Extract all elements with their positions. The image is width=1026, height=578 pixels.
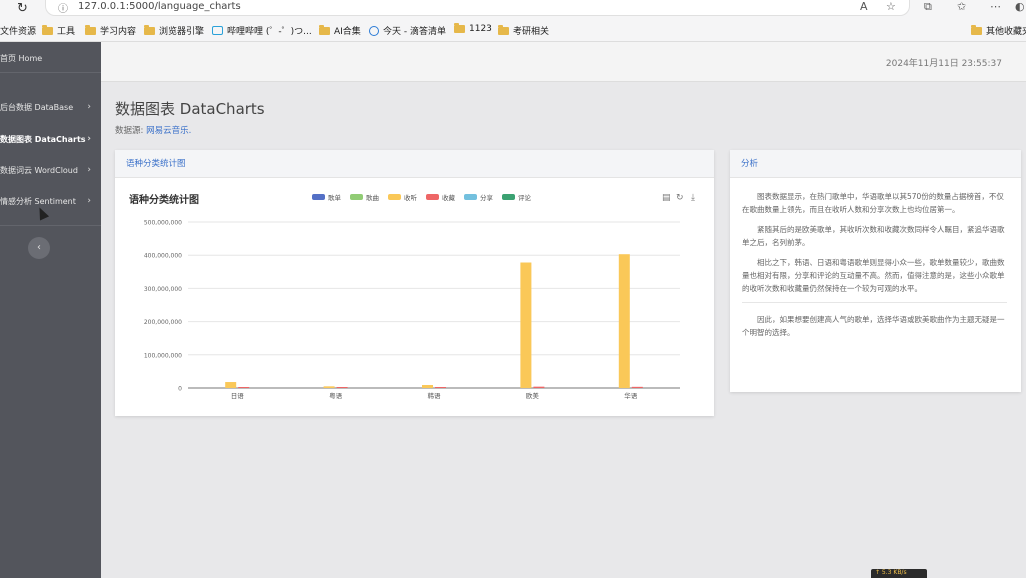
bar-收藏	[631, 386, 643, 388]
source-link[interactable]: 网易云音乐.	[146, 126, 191, 136]
chevron-right-icon: ›	[87, 102, 91, 112]
analysis-panel: 分析 图表数据显示，在热门歌单中，华语歌单以其570份的数量占据榜首，不仅在歌曲…	[730, 150, 1021, 392]
x-tick-label: 韩语	[428, 391, 442, 400]
analysis-paragraph: 因此，如果想要创建高人气的歌单，选择华语或欧美歌曲作为主题无疑是一个明智的选择。	[742, 315, 1005, 337]
browser-address-bar: ↻ ⓘ 127.0.0.1:5000/language_charts A ☆ ⧉…	[0, 0, 1026, 18]
y-tick-label: 400,000,000	[144, 253, 182, 260]
favorites-icon[interactable]: ✩	[957, 0, 966, 13]
y-tick-label: 100,000,000	[144, 352, 182, 359]
bookmark-folder[interactable]: 考研相关	[498, 24, 549, 37]
bookmark-folder[interactable]: AI合集	[319, 24, 361, 37]
bilibili-icon	[212, 26, 223, 35]
x-tick-label: 粤语	[329, 391, 343, 400]
sidebar-item-datacharts[interactable]: 数据图表 DataCharts ›	[0, 129, 101, 149]
analysis-panel-header: 分析	[730, 150, 1021, 178]
folder-icon	[971, 24, 982, 35]
bar-收听	[422, 385, 433, 388]
sidebar-item-home[interactable]: 首页 Home	[0, 48, 101, 68]
bookmark-folder[interactable]: 学习内容	[85, 24, 136, 37]
bar-chart: 0 100,000,000 200,000,000 300,000,000 400,00…	[144, 220, 680, 400]
header-timestamp: 2024年11月11日 23:55:37	[885, 59, 1002, 69]
folder-icon	[85, 24, 96, 35]
page-title: 数据图表 DataCharts	[115, 100, 265, 118]
y-tick-label: 200,000,000	[144, 319, 182, 326]
bookmark-item[interactable]: 文件资源	[0, 24, 36, 37]
url-field[interactable]: ⓘ 127.0.0.1:5000/language_charts	[45, 0, 910, 16]
bookmark-ticktick[interactable]: 今天 - 滴答清单	[369, 24, 446, 37]
analysis-paragraph: 图表数据显示，在热门歌单中，华语歌单以其570份的数量占据榜首，不仅在歌曲数量上…	[742, 192, 1004, 214]
chart-panel: 语种分类统计图 语种分类统计图 歌单 歌曲 收听 收藏 分享 评论 ▤ ↻ ⤓ 0 100,…	[115, 150, 714, 416]
x-tick-label: 欧美	[526, 391, 540, 400]
bar-收藏	[435, 387, 446, 388]
favorite-star-icon[interactable]: ☆	[886, 0, 896, 13]
bookmark-folder[interactable]: 工具	[42, 24, 75, 37]
bar-收听	[520, 262, 532, 388]
bookmark-bilibili[interactable]: 哔哩哔哩 (゜-゜)つ...	[212, 24, 312, 37]
folder-icon	[454, 23, 465, 33]
chevron-left-icon: ‹	[37, 242, 41, 253]
bookmark-other-folder[interactable]: 其他收藏夹	[971, 24, 1026, 37]
x-tick-label: 华语	[624, 391, 638, 400]
folder-icon	[498, 24, 509, 35]
extensions-icon[interactable]: ⧉	[924, 0, 932, 14]
sidebar-item-sentiment[interactable]: 情感分析 Sentiment ›	[0, 191, 101, 211]
info-icon[interactable]: ⓘ	[58, 0, 68, 15]
read-aloud-icon[interactable]: A	[860, 0, 868, 13]
bookmark-folder[interactable]: 浏览器引擎	[144, 24, 204, 37]
analysis-text: 图表数据显示，在热门歌单中，华语歌单以其570份的数量占据榜首，不仅在歌曲数量上…	[730, 178, 1021, 339]
folder-icon	[42, 24, 53, 35]
bar-收藏	[336, 387, 348, 388]
sidebar-divider	[0, 72, 101, 73]
chevron-right-icon: ›	[87, 196, 91, 206]
sidebar-divider	[0, 225, 101, 226]
bookmark-folder[interactable]: 1123	[454, 23, 492, 34]
bar-收藏	[533, 386, 545, 388]
sidebar-item-database[interactable]: 后台数据 DataBase ›	[0, 97, 101, 117]
x-tick-label: 日语	[231, 391, 245, 400]
more-icon[interactable]: ⋯	[990, 0, 1001, 13]
folder-icon	[319, 24, 330, 35]
data-source: 数据源: 网易云音乐.	[115, 126, 192, 136]
sidebar-collapse-button[interactable]: ‹	[28, 237, 50, 259]
analysis-paragraph: 相比之下，韩语、日语和粤语歌单则显得小众一些，歌单数量较少，歌曲数量也相对有限，…	[742, 258, 1005, 293]
bar-收藏	[238, 387, 250, 388]
top-header: 2024年11月11日 23:55:37	[101, 42, 1026, 82]
check-icon	[369, 25, 379, 36]
y-tick-label: 300,000,000	[144, 286, 182, 293]
folder-icon	[144, 24, 155, 35]
y-tick-label: 500,000,000	[144, 220, 182, 227]
sidebar-item-wordcloud[interactable]: 数据词云 WordCloud ›	[0, 160, 101, 180]
url-text[interactable]: 127.0.0.1:5000/language_charts	[78, 1, 241, 12]
chevron-right-icon[interactable]: ‹	[1012, 286, 1022, 314]
sidebar: 首页 Home 后台数据 DataBase › 数据图表 DataCharts …	[0, 42, 101, 578]
bar-收听	[225, 382, 237, 388]
analysis-divider	[742, 302, 1007, 303]
bookmarks-bar: 文件资源 工具 学习内容 浏览器引擎 哔哩哔哩 (゜-゜)つ... AI合集 今…	[0, 18, 1026, 42]
analysis-paragraph: 紧随其后的是欧美歌单，其收听次数和收藏次数同样令人瞩目，紧追华语歌单之后，名列前…	[742, 225, 1005, 247]
network-speed-badge: ↑ 5.3 KB/s	[871, 569, 927, 578]
bar-收听	[618, 254, 630, 388]
chevron-right-icon: ›	[87, 134, 91, 144]
bar-收听	[323, 386, 335, 388]
chevron-right-icon: ›	[87, 165, 91, 175]
reload-icon[interactable]: ↻	[17, 1, 28, 16]
profile-icon[interactable]: ◐	[1015, 0, 1025, 13]
y-tick-label: 0	[178, 386, 182, 393]
